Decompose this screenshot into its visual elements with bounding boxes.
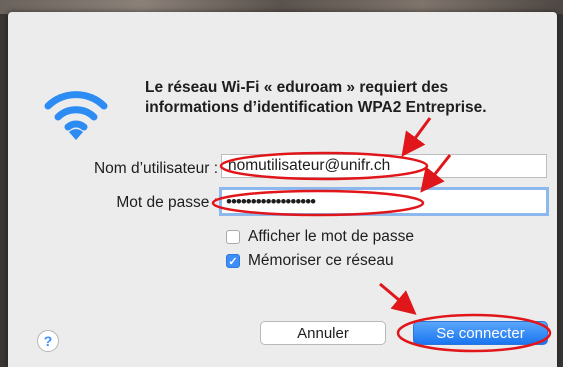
help-button[interactable]: ?: [37, 330, 59, 352]
password-label: Mot de passe :: [116, 194, 218, 211]
username-label: Nom d’utilisateur :: [93, 160, 218, 177]
remember-network-option[interactable]: ✓ Mémoriser ce réseau: [226, 252, 394, 270]
dialog-message: Le réseau Wi-Fi « eduroam » requiert des…: [145, 79, 487, 116]
remember-network-checkbox[interactable]: ✓: [226, 254, 240, 268]
wifi-icon: [44, 91, 108, 140]
remember-network-label: Mémoriser ce réseau: [248, 252, 394, 269]
show-password-option[interactable]: Afficher le mot de passe: [226, 228, 414, 246]
password-field[interactable]: ••••••••••••••••••: [219, 187, 549, 216]
checkmark-icon: ✓: [228, 255, 238, 268]
show-password-label: Afficher le mot de passe: [248, 228, 414, 245]
username-field[interactable]: nomutilisateur@unifr.ch: [221, 154, 547, 178]
wifi-login-dialog: Le réseau Wi-Fi « eduroam » requiert des…: [8, 12, 557, 367]
connect-button[interactable]: Se connecter: [413, 321, 548, 345]
show-password-checkbox[interactable]: [226, 230, 240, 244]
help-icon: ?: [43, 333, 53, 349]
cancel-button[interactable]: Annuler: [260, 321, 386, 345]
